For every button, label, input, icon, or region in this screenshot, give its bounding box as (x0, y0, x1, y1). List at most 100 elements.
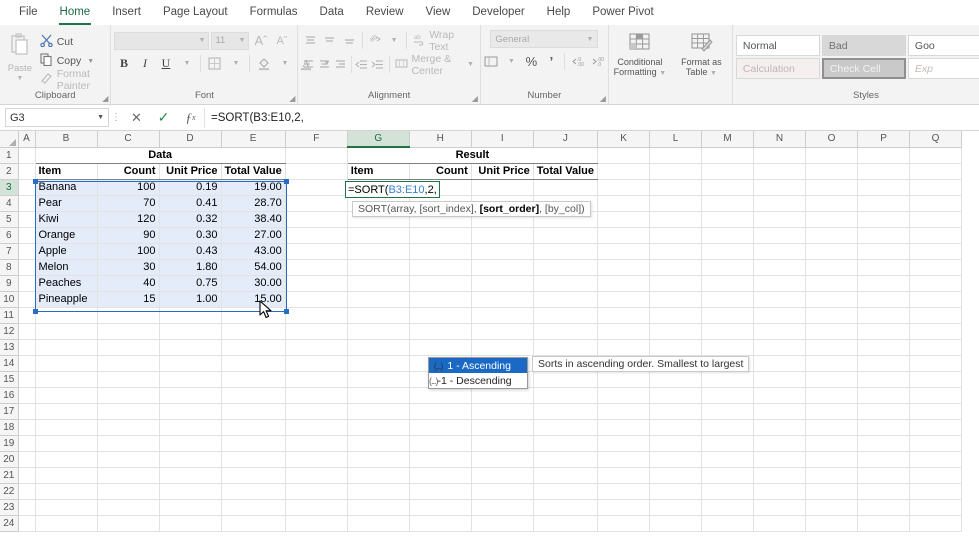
cell-E12[interactable] (221, 323, 286, 340)
cell-G13[interactable] (347, 339, 410, 356)
cell-G19[interactable] (347, 435, 410, 452)
cell-C24[interactable] (97, 515, 160, 532)
cell-O17[interactable] (805, 403, 859, 420)
cell-P5[interactable] (857, 211, 911, 228)
cell-I9[interactable] (471, 275, 534, 292)
cell-P24[interactable] (857, 515, 911, 532)
cell-G20[interactable] (347, 451, 410, 468)
cell-G11[interactable] (347, 307, 410, 324)
cell-B2-item[interactable]: Item (35, 163, 98, 180)
cell-P9[interactable] (857, 275, 911, 292)
cell-C16[interactable] (97, 387, 160, 404)
cell-D4[interactable]: 0.41 (159, 195, 222, 212)
align-middle-button[interactable] (321, 31, 339, 50)
col-header-A[interactable]: A (18, 131, 36, 148)
cell-O22[interactable] (805, 483, 859, 500)
cell-L11[interactable] (649, 307, 703, 324)
cell-L6[interactable] (649, 227, 703, 244)
cell-A4[interactable] (18, 195, 36, 212)
cell-Q17[interactable] (909, 403, 963, 420)
row-header-12[interactable]: 12 (0, 323, 19, 340)
cell-L3[interactable] (649, 179, 703, 196)
cell-F5[interactable] (285, 211, 348, 228)
cell-E5[interactable]: 38.40 (221, 211, 286, 228)
select-all-corner[interactable] (0, 131, 19, 148)
cell-F14[interactable] (285, 355, 348, 372)
cell-K16[interactable] (597, 387, 651, 404)
cell-P10[interactable] (857, 291, 911, 308)
cell-E22[interactable] (221, 483, 286, 500)
col-header-Q[interactable]: Q (909, 131, 963, 148)
cell-A19[interactable] (18, 435, 36, 452)
cell-data-title[interactable]: Data (35, 147, 286, 164)
cell-K21[interactable] (597, 467, 651, 484)
cell-F6[interactable] (285, 227, 348, 244)
cell-M2[interactable] (701, 163, 755, 180)
cell-H23[interactable] (409, 499, 472, 516)
cell-F24[interactable] (285, 515, 348, 532)
accounting-format-icon[interactable] (482, 52, 501, 71)
cell-M7[interactable] (701, 243, 755, 260)
col-header-L[interactable]: L (649, 131, 703, 148)
orientation-icon[interactable]: ab (366, 31, 384, 50)
cell-C10[interactable]: 15 (97, 291, 160, 308)
cell-M11[interactable] (701, 307, 755, 324)
cell-E3[interactable]: 19.00 (221, 179, 286, 196)
cell-C4[interactable]: 70 (97, 195, 160, 212)
cell-I11[interactable] (471, 307, 534, 324)
name-box[interactable]: G3 ▼ (5, 108, 109, 127)
cell-J20[interactable] (533, 451, 599, 468)
cell-H7[interactable] (409, 243, 472, 260)
cell-I20[interactable] (471, 451, 534, 468)
cell-E4[interactable]: 28.70 (221, 195, 286, 212)
cell-I3[interactable] (471, 179, 534, 196)
cell-B6[interactable]: Orange (35, 227, 98, 244)
cell-E16[interactable] (221, 387, 286, 404)
cell-I17[interactable] (471, 403, 534, 420)
cell-J21[interactable] (533, 467, 599, 484)
cell-D23[interactable] (159, 499, 222, 516)
row-header-13[interactable]: 13 (0, 339, 19, 356)
cell-G8[interactable] (347, 259, 410, 276)
cell-N22[interactable] (753, 483, 807, 500)
cell-M5[interactable] (701, 211, 755, 228)
cell-B10[interactable]: Pineapple (35, 291, 98, 308)
cell-M4[interactable] (701, 195, 755, 212)
cell-C7[interactable]: 100 (97, 243, 160, 260)
cell-J13[interactable] (533, 339, 599, 356)
cell-A8[interactable] (18, 259, 36, 276)
cell-M9[interactable] (701, 275, 755, 292)
cell-C13[interactable] (97, 339, 160, 356)
cell-D22[interactable] (159, 483, 222, 500)
cell-M13[interactable] (701, 339, 755, 356)
cell-F13[interactable] (285, 339, 348, 356)
cell-Q5[interactable] (909, 211, 963, 228)
cell-B24[interactable] (35, 515, 98, 532)
formula-bar-options-icon[interactable]: ⋮ (109, 112, 123, 123)
cell-P4[interactable] (857, 195, 911, 212)
row-header-9[interactable]: 9 (0, 275, 19, 292)
wrap-text-button[interactable]: ab Wrap Text (410, 29, 477, 53)
cell-J7[interactable] (533, 243, 599, 260)
cell-M17[interactable] (701, 403, 755, 420)
cell-O7[interactable] (805, 243, 859, 260)
cell-O13[interactable] (805, 339, 859, 356)
cell-M12[interactable] (701, 323, 755, 340)
cell-L2[interactable] (649, 163, 703, 180)
cell-E9[interactable]: 30.00 (221, 275, 286, 292)
cell-H12[interactable] (409, 323, 472, 340)
cell-I12[interactable] (471, 323, 534, 340)
cell-G16[interactable] (347, 387, 410, 404)
cell-K1[interactable] (597, 147, 651, 164)
cell-P19[interactable] (857, 435, 911, 452)
row-header-1[interactable]: 1 (0, 147, 19, 164)
cell-A20[interactable] (18, 451, 36, 468)
cell-Q8[interactable] (909, 259, 963, 276)
cell-J18[interactable] (533, 419, 599, 436)
cell-A12[interactable] (18, 323, 36, 340)
cell-G9[interactable] (347, 275, 410, 292)
merge-center-button[interactable]: Merge & Center ▼ (392, 53, 476, 77)
cell-C20[interactable] (97, 451, 160, 468)
cell-F10[interactable] (285, 291, 348, 308)
cell-E14[interactable] (221, 355, 286, 372)
